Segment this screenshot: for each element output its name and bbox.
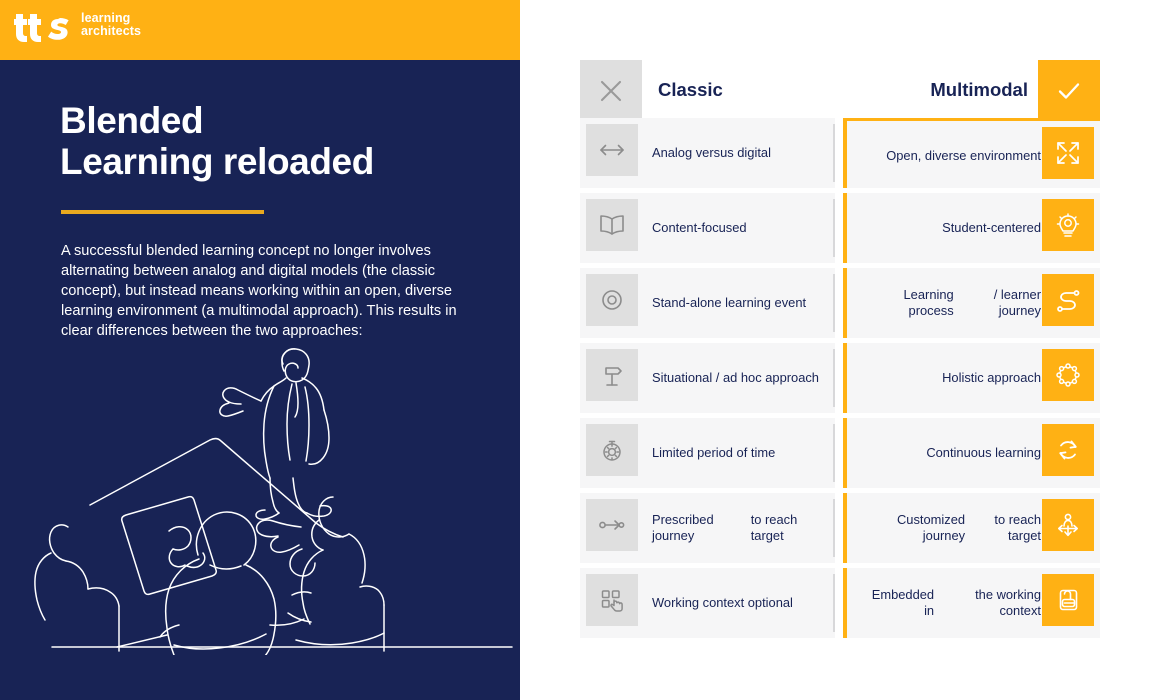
select-tap-icon (586, 574, 638, 626)
classic-label: Situational / ad hoc approach (652, 369, 819, 385)
multimodal-label: Embedded in the working context (861, 568, 1041, 638)
table-row: Analog versus digital Open, diverse envi… (580, 118, 1100, 188)
classic-label: Stand-alone learning event (652, 294, 807, 310)
multimodal-label: Learning process / learner journey (861, 268, 1041, 338)
multimodal-positive-badge (1038, 60, 1100, 122)
brand-line-1: learning (81, 10, 131, 25)
classic-label: Content-focused (652, 219, 747, 235)
open-book-icon (586, 199, 638, 251)
multimodal-cell: Embedded in the working context (843, 568, 1100, 638)
brand-lockup: learning architects (14, 8, 141, 42)
refresh-cycle-icon (1042, 424, 1094, 476)
page-title: Blended Learning reloaded (60, 100, 374, 182)
intro-paragraph: A successful blended learning concept no… (61, 243, 457, 340)
table-row: Content-focused Student-centered (580, 193, 1100, 263)
classic-negative-badge (580, 60, 642, 122)
classic-cell: Prescribed journey to reach target (580, 493, 835, 563)
expand-arrows-icon (1042, 127, 1094, 179)
table-row: Limited period of time Continuous learni… (580, 418, 1100, 488)
table-row: Prescribed journey to reach target Custo… (580, 493, 1100, 563)
comparison-table-header: Classic Multimodal (580, 60, 1100, 122)
multimodal-label-line-2: / learner journey (993, 286, 1041, 319)
table-row: Stand-alone learning event Learning proc… (580, 268, 1100, 338)
multimodal-label: Continuous learning (926, 444, 1041, 460)
classic-label-line-1: Prescribed journey (652, 511, 714, 544)
classic-cell: Working context optional (580, 568, 835, 638)
multimodal-label: Holistic approach (942, 369, 1041, 385)
multimodal-cell: Open, diverse environment (843, 118, 1100, 188)
path-route-icon (1042, 274, 1094, 326)
multimodal-label-line-1: Learning process (903, 286, 954, 319)
multimodal-cell: Student-centered (843, 193, 1100, 263)
table-row: Working context optional Embedded in the… (580, 568, 1100, 638)
classic-cell: Content-focused (580, 193, 835, 263)
multimodal-label: Student-centered (942, 219, 1041, 235)
column-header-classic: Classic (658, 79, 723, 100)
classic-cell: Analog versus digital (580, 118, 835, 188)
page-title-line-2: Learning reloaded (60, 141, 374, 182)
classic-cell: Stand-alone learning event (580, 268, 835, 338)
title-underline-rule (61, 210, 264, 214)
comparison-rows: Analog versus digital Open, diverse envi… (580, 118, 1100, 643)
multimodal-label: Open, diverse environment (886, 147, 1041, 163)
classic-label-line-2: to reach target (750, 511, 798, 544)
classic-cell: Situational / ad hoc approach (580, 343, 835, 413)
multimodal-cell: Customized journey to reach target (843, 493, 1100, 563)
multimodal-cell: Continuous learning (843, 418, 1100, 488)
page-title-line-1: Blended (60, 100, 204, 141)
multimodal-label-line-2: the working context (975, 586, 1041, 619)
classic-label: Working context optional (652, 594, 793, 610)
infographic-page: learning architects Blended Learning rel… (0, 0, 1160, 700)
comparison-table: Classic Multimodal Analog versus digital… (580, 60, 1100, 638)
lightbulb-gear-icon (1042, 199, 1094, 251)
close-x-icon (600, 80, 622, 102)
arrows-left-right-icon (586, 124, 638, 176)
signpost-icon (586, 349, 638, 401)
document-embedded-icon (1042, 574, 1094, 626)
multimodal-cell: Holistic approach (843, 343, 1100, 413)
tts-logo-icon (14, 14, 69, 42)
multimodal-label-line-1: Embedded in (871, 586, 935, 619)
multimodal-label: Customized journey to reach target (861, 493, 1041, 563)
brand-line-2: architects (81, 24, 142, 38)
multimodal-cell: Learning process / learner journey (843, 268, 1100, 338)
table-row: Situational / ad hoc approach Holistic a… (580, 343, 1100, 413)
multimodal-label-line-2: to reach target (994, 511, 1041, 544)
classic-cell: Limited period of time (580, 418, 835, 488)
left-panel: learning architects Blended Learning rel… (0, 0, 520, 700)
brand-bar: learning architects (0, 0, 520, 60)
check-icon (1058, 83, 1080, 99)
line-art-illustration (34, 348, 513, 655)
linear-path-icon (586, 499, 638, 551)
classic-label: Prescribed journey to reach target (652, 493, 827, 563)
target-circle-icon (586, 274, 638, 326)
multimodal-label-line-1: Customized journey (897, 511, 966, 544)
brand-wordmark: learning architects (81, 10, 142, 39)
person-four-arrows-icon (1042, 499, 1094, 551)
stopwatch-icon (586, 424, 638, 476)
network-ring-icon (1042, 349, 1094, 401)
column-header-multimodal: Multimodal (930, 79, 1028, 100)
classic-label: Analog versus digital (652, 144, 771, 160)
classic-label: Limited period of time (652, 444, 776, 460)
